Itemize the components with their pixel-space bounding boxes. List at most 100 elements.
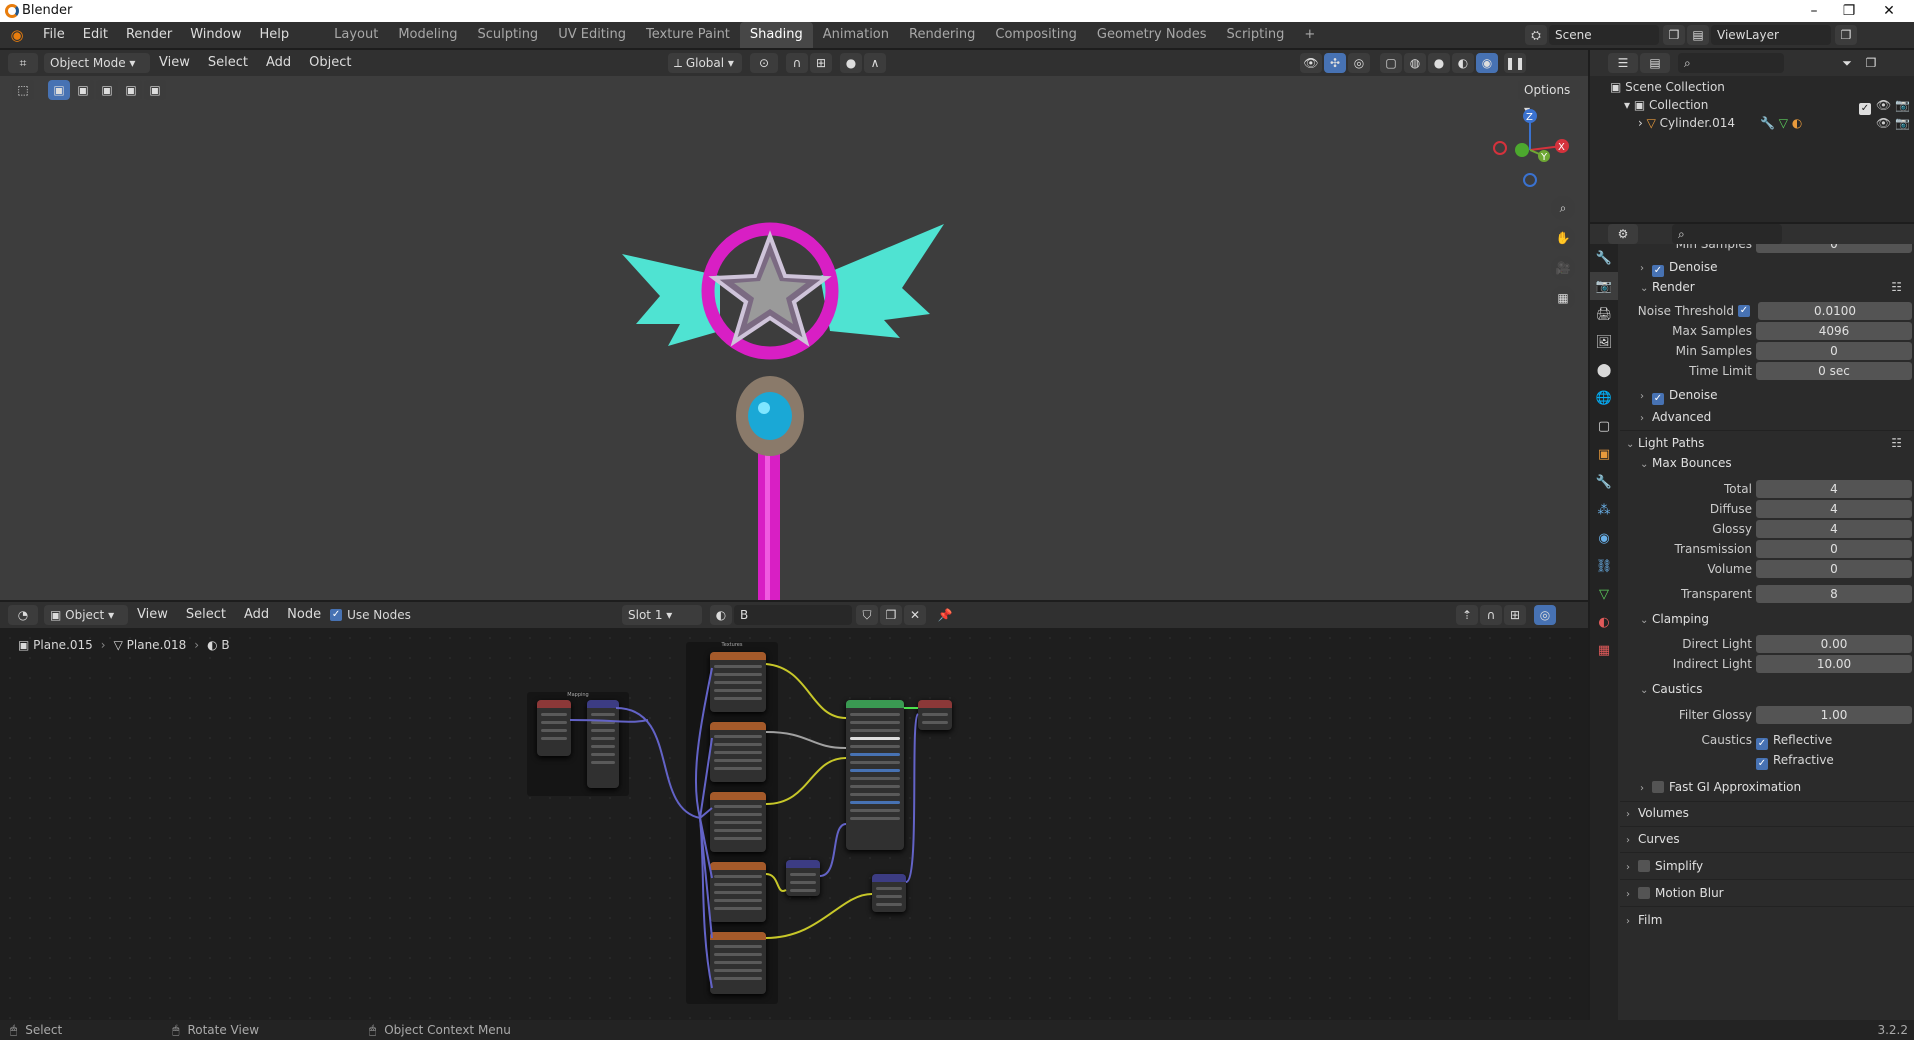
viewport-menu-select[interactable]: Select	[199, 50, 257, 76]
render-tab-icon[interactable]: 📷	[1590, 272, 1618, 300]
snap-element-icon[interactable]: ⊞	[1504, 605, 1526, 625]
use-nodes-checkbox[interactable]: ✓	[330, 609, 343, 621]
visibility-icon[interactable]: 👁	[1300, 53, 1322, 73]
expand-icon[interactable]: ›	[1638, 116, 1647, 130]
shader-type-select[interactable]: ▣ Object ▾	[44, 605, 128, 625]
object-toggles[interactable]: 👁 📷	[1876, 114, 1910, 132]
node-menu-add[interactable]: Add	[235, 602, 278, 628]
falloff-icon[interactable]: ∧	[864, 53, 886, 73]
outliner-scene-collection[interactable]: ▣ Scene Collection	[1610, 78, 1725, 96]
list-icon[interactable]: ☷	[1891, 432, 1902, 454]
outliner-search-input[interactable]: ⌕	[1678, 53, 1784, 73]
ortho-toggle-icon[interactable]: ▦	[1551, 286, 1575, 310]
snap-node-icon[interactable]: ∩	[1480, 605, 1502, 625]
tool-tab-icon[interactable]: 🔧	[1590, 244, 1618, 272]
blender-menu-icon[interactable]: ◉	[0, 26, 34, 44]
expand-icon[interactable]: ▾	[1624, 98, 1634, 112]
node-editor-type-icon[interactable]: ◔	[8, 605, 38, 625]
output-tab-icon[interactable]: 🖨	[1590, 300, 1618, 328]
material-tab-icon[interactable]: ◐	[1590, 608, 1618, 636]
min-samples-partial-field[interactable]: 0	[1756, 244, 1912, 253]
tab-compositing[interactable]: Compositing	[985, 22, 1087, 48]
magic-wand-model[interactable]	[622, 222, 944, 600]
snap-icon[interactable]: ∩	[786, 53, 808, 73]
material-name-field[interactable]: B	[734, 605, 852, 625]
diffuse-bounces-field[interactable]: 4	[1756, 500, 1912, 518]
world-tab-icon[interactable]: 🌐	[1590, 384, 1618, 412]
image-texture-node[interactable]	[710, 932, 766, 994]
filter-glossy-field[interactable]: 1.00	[1756, 706, 1912, 724]
transform-orientation-select[interactable]: ⟂ Global ▾	[668, 53, 742, 73]
parent-node-tree-icon[interactable]: ⇡	[1456, 605, 1478, 625]
new-collection-icon[interactable]: ❐	[1860, 53, 1882, 73]
tab-texture-paint[interactable]: Texture Paint	[636, 22, 740, 48]
fast-gi-checkbox[interactable]	[1652, 781, 1664, 793]
scene-field[interactable]: Scene	[1549, 25, 1659, 45]
texcoord-node[interactable]	[537, 700, 571, 756]
outliner-collection[interactable]: ▾ ▣ Collection	[1624, 96, 1708, 114]
object-tab-icon[interactable]: ▣	[1590, 440, 1618, 468]
fake-user-icon[interactable]: ⛉	[856, 605, 878, 625]
display-mode-icon[interactable]: ▤	[1640, 53, 1670, 73]
time-limit-field[interactable]: 0 sec	[1756, 362, 1912, 380]
gizmo-toggle-icon[interactable]: ✣	[1324, 53, 1346, 73]
material-browse-icon[interactable]: ◐	[710, 605, 732, 625]
min-samples-field[interactable]: 0	[1756, 342, 1912, 360]
viewport-menu-object[interactable]: Object	[300, 50, 360, 76]
camera-view-icon[interactable]: 🎥	[1551, 256, 1575, 280]
mapping-frame[interactable]: Mapping	[527, 692, 629, 796]
tab-scripting[interactable]: Scripting	[1217, 22, 1295, 48]
view-layer-icon[interactable]: ▤	[1687, 25, 1709, 45]
add-workspace-button[interactable]: +	[1294, 22, 1325, 48]
motion-blur-checkbox[interactable]	[1638, 887, 1650, 899]
menu-file[interactable]: File	[34, 22, 74, 48]
new-view-layer-icon[interactable]: ❐	[1835, 25, 1857, 45]
volume-bounces-field[interactable]: 0	[1756, 560, 1912, 578]
pivot-point-icon[interactable]: ⊙	[750, 53, 778, 73]
zoom-icon[interactable]: ⌕	[1551, 196, 1575, 220]
collection-toggles[interactable]: ✓ 👁 📷	[1859, 96, 1910, 115]
direct-light-field[interactable]: 0.00	[1756, 635, 1912, 653]
unlink-material-icon[interactable]: ✕	[904, 605, 926, 625]
filter-icon[interactable]: ⏷	[1836, 53, 1858, 73]
viewport-menu-view[interactable]: View	[150, 50, 199, 76]
scene-icon[interactable]: ⛭	[1525, 25, 1547, 45]
scene-tab-icon[interactable]: ⬤	[1590, 356, 1618, 384]
curves-panel[interactable]: › Curves	[1626, 828, 1680, 850]
caustics-subpanel[interactable]: ⌄ Caustics	[1640, 678, 1702, 700]
shader-node-editor[interactable]: ▣ Plane.015 › ▽ Plane.018 › ◐ B Mapping …	[0, 628, 1588, 1020]
glossy-bounces-field[interactable]: 4	[1756, 520, 1912, 538]
list-icon[interactable]: ☷	[1891, 276, 1902, 298]
max-samples-field[interactable]: 4096	[1756, 322, 1912, 340]
breadcrumb-material[interactable]: B	[221, 638, 229, 652]
simplify-checkbox[interactable]	[1638, 860, 1650, 872]
reflective-toggle[interactable]: ✓ Reflective	[1756, 730, 1832, 750]
duplicate-material-icon[interactable]: ❐	[880, 605, 902, 625]
total-bounces-field[interactable]: 4	[1756, 480, 1912, 498]
image-texture-node[interactable]	[710, 652, 766, 712]
tab-layout[interactable]: Layout	[324, 22, 388, 48]
editor-type-icon[interactable]: ⌗	[8, 53, 38, 73]
max-bounces-subpanel[interactable]: ⌄ Max Bounces	[1640, 452, 1732, 474]
properties-search-input[interactable]: ⌕	[1672, 224, 1782, 244]
view-layer-tab-icon[interactable]: 🖼	[1590, 328, 1618, 356]
tab-shading[interactable]: Shading	[739, 22, 813, 48]
proportional-edit-icon[interactable]: ●	[840, 53, 862, 73]
advanced-subpanel[interactable]: › Advanced	[1640, 406, 1711, 428]
tab-uv-editing[interactable]: UV Editing	[548, 22, 636, 48]
node-overlay-icon[interactable]: ◎	[1534, 605, 1556, 625]
outliner-object[interactable]: › ▽ Cylinder.014	[1638, 114, 1735, 132]
close-button[interactable]: ✕	[1866, 0, 1912, 22]
node-menu-node[interactable]: Node	[278, 602, 330, 628]
bump-node[interactable]	[872, 874, 906, 912]
view-layer-field[interactable]: ViewLayer	[1711, 25, 1831, 45]
denoise-subpanel-2[interactable]: › ✓ Denoise	[1640, 384, 1718, 406]
pause-render-icon[interactable]: ❚❚	[1504, 53, 1526, 73]
render-subpanel[interactable]: ⌄ Render	[1640, 276, 1695, 298]
clamping-subpanel[interactable]: ⌄ Clamping	[1640, 608, 1709, 630]
material-shading-icon[interactable]: ◐	[1452, 53, 1474, 73]
constraints-tab-icon[interactable]: ⛓	[1590, 552, 1618, 580]
material-output-node[interactable]	[918, 700, 952, 730]
physics-tab-icon[interactable]: ◉	[1590, 524, 1618, 552]
texture-tab-icon[interactable]: ▦	[1590, 636, 1618, 664]
